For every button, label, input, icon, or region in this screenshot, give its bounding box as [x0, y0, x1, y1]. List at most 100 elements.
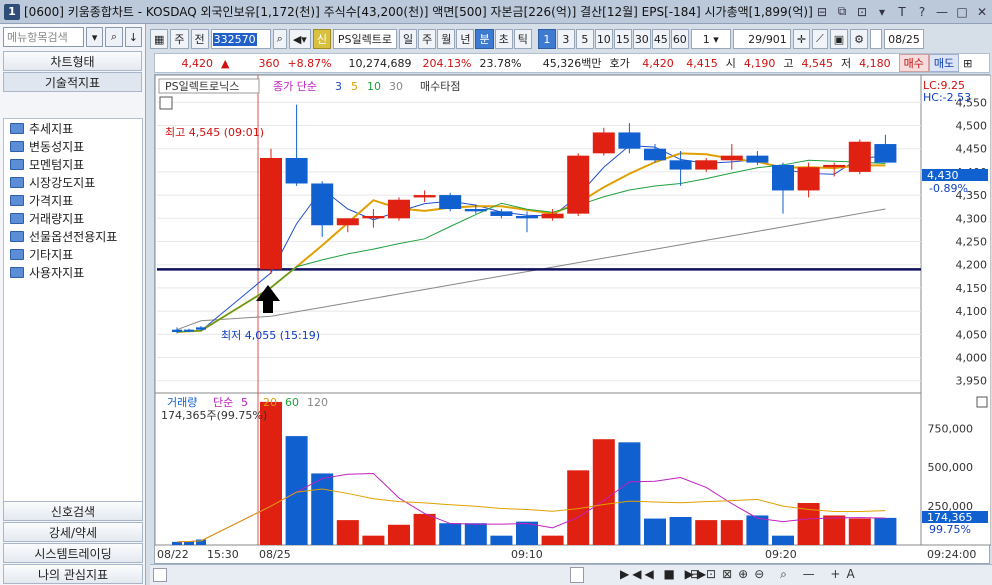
interval-spinner[interactable]: 1 ▾ — [690, 29, 731, 49]
volume-bar — [874, 517, 897, 545]
download-icon[interactable]: ↓ — [124, 27, 143, 47]
volume-bar — [644, 518, 666, 545]
tree-item[interactable]: 사용자지표 — [4, 263, 142, 281]
window-button-4[interactable]: T — [892, 3, 912, 21]
settings-icon[interactable]: ⚙ — [850, 29, 869, 49]
search-icon[interactable]: ⌕ — [105, 27, 123, 47]
expand-icon[interactable]: ⊞ — [959, 57, 976, 70]
dropdown-icon[interactable]: ▾ — [85, 27, 104, 47]
tree-item[interactable]: 기타지표 — [4, 245, 142, 263]
tree-item[interactable]: 시장강도지표 — [4, 173, 142, 191]
period-tab[interactable]: 월 — [437, 29, 456, 49]
scroll-left-icon[interactable] — [153, 568, 167, 582]
period-all-button[interactable]: 전 — [190, 29, 209, 49]
tree-item[interactable]: 모멘텀지표 — [4, 155, 142, 173]
minute-tab[interactable]: 5 — [575, 29, 594, 49]
tree-item[interactable]: 거래량지표 — [4, 209, 142, 227]
window-button-7[interactable]: □ — [952, 3, 972, 21]
tree-item-label: 변동성지표 — [29, 139, 85, 154]
window-button-2[interactable]: ⊡ — [852, 3, 872, 21]
new-listing-badge: 신 — [312, 29, 331, 49]
code-search-icon[interactable]: ⌕ — [272, 29, 287, 49]
window-button-3[interactable]: ▾ — [872, 3, 892, 21]
minute-tab[interactable]: 15 — [613, 29, 632, 49]
candle-body — [516, 215, 538, 219]
minute-tab[interactable]: 1 — [537, 29, 556, 49]
window-button-1[interactable]: ⧉ — [832, 3, 852, 21]
volume-bar — [823, 515, 846, 545]
minute-tab[interactable]: 30 — [632, 29, 651, 49]
chart-toolbar: ▦ 주 전 332570 ⌕ ◀▾ 신 PS일렉트로 일주월년분초틱 1 3 5 10… — [150, 27, 992, 51]
data-count-field[interactable]: 29/901 — [732, 29, 791, 49]
candle-body — [196, 327, 206, 330]
period-tab[interactable]: 일 — [398, 29, 418, 49]
bottom-menu-button[interactable]: 나의 관심지표 — [3, 564, 143, 584]
signal-legend: 매수타점 — [420, 80, 460, 93]
candle-body — [362, 215, 385, 219]
candle-body — [797, 167, 820, 191]
candle-body — [464, 209, 487, 212]
ma-period-label: 30 — [389, 80, 403, 93]
current-pct-label: -0.89% — [929, 182, 968, 195]
candle-body — [746, 155, 769, 163]
volume-close-icon[interactable] — [976, 396, 988, 408]
chart-config-icon[interactable] — [159, 96, 173, 110]
chart-area[interactable]: 4,5504,5004,4504,4004,3504,3004,2504,200… — [154, 74, 992, 565]
menu-search-input[interactable]: 메뉴항목검색 — [3, 27, 84, 47]
stock-code-input[interactable]: 332570 — [210, 29, 271, 49]
chart-grid-icon[interactable]: ▦ — [150, 29, 169, 49]
price-tick-label: 4,200 — [956, 259, 988, 272]
tree-item[interactable]: 변동성지표 — [4, 137, 142, 155]
period-tab[interactable]: 주 — [418, 29, 437, 49]
period-tab[interactable]: 틱 — [513, 29, 532, 49]
volume-ma-label: 단순 — [213, 396, 233, 409]
window-controls: ⊟ ⧉ ⊡ ▾ T? — □ ✕ — [812, 3, 992, 21]
chart-type-button[interactable]: 차트형태 — [3, 51, 142, 71]
ma-period-label: 3 — [335, 80, 342, 93]
period-tab[interactable]: 초 — [494, 29, 513, 49]
tree-item[interactable]: 선물옵션전용지표 — [4, 227, 142, 245]
tech-indicator-tab[interactable]: 기술적지표 — [3, 72, 142, 92]
tree-item[interactable]: 가격지표 — [4, 191, 142, 209]
line-tool-icon[interactable]: ⟋ — [812, 29, 828, 49]
volume-legend: 거래량 — [167, 396, 197, 409]
date-checkbox[interactable] — [870, 29, 883, 49]
minute-tab[interactable]: 10 — [594, 29, 613, 49]
tree-item[interactable]: 추세지표 — [4, 119, 142, 137]
bottom-menu-button[interactable]: 강세/약세 — [3, 522, 143, 542]
date-field[interactable]: 08/25 — [884, 29, 925, 49]
tree-item-label: 시장강도지표 — [29, 175, 96, 190]
period-week-button[interactable]: 주 — [170, 29, 189, 49]
buy-button[interactable]: 매수 — [898, 54, 929, 72]
time-label: 09:24:00 — [927, 548, 976, 561]
candle-body — [260, 157, 282, 270]
volume-bar — [541, 535, 564, 545]
window-button-6[interactable]: — — [932, 3, 952, 21]
period-tab[interactable]: 분 — [475, 29, 494, 49]
window-button-0[interactable]: ⊟ — [812, 3, 832, 21]
save-icon[interactable]: ▣ — [829, 29, 849, 49]
chart-scrollbar[interactable]: ▶◀◀ ■ ▶▶ ⊟⊡⊠⊕⊖ ⌕ — +A — [150, 564, 992, 585]
bottom-menu-button[interactable]: 신호검색 — [3, 501, 143, 521]
window-button-8[interactable]: ✕ — [972, 3, 992, 21]
minute-tab[interactable]: 60 — [670, 29, 689, 49]
ma-period-label: 5 — [351, 80, 358, 93]
window-button-5[interactable]: ? — [912, 3, 932, 21]
bottom-menu-button[interactable]: 시스템트레이딩 — [3, 543, 143, 563]
candlestick-chart[interactable]: 4,5504,5004,4504,4004,3504,3004,2504,200… — [154, 74, 992, 565]
left-panel: 메뉴항목검색 ▾ ⌕ ↓ 차트형태 기술적지표 추세지표변동성지표 모멘텀지표시장… — [0, 24, 146, 585]
minute-tab[interactable]: 3 — [556, 29, 575, 49]
sell-button[interactable]: 매도 — [928, 54, 960, 72]
current-price: 4,420 — [181, 56, 214, 70]
scroll-thumb[interactable] — [570, 567, 584, 583]
trade-amount: 45,326백만 — [542, 57, 602, 70]
crosshair-icon[interactable]: ✛ — [792, 29, 811, 49]
zoom-tools[interactable]: ⊟⊡⊠⊕⊖ ⌕ — +A — [690, 567, 861, 582]
minute-tab[interactable]: 45 — [651, 29, 670, 49]
volume-tick-label: 750,000 — [928, 422, 974, 435]
period-tab[interactable]: 년 — [456, 29, 475, 49]
quote-bar: 4,420 ▲ 360 +8.87% 10,274,689 204.13% 23… — [154, 53, 990, 73]
speaker-icon[interactable]: ◀▾ — [288, 29, 311, 49]
volume-value: 10,274,689 — [348, 56, 412, 70]
price-change: 360 — [258, 56, 280, 70]
